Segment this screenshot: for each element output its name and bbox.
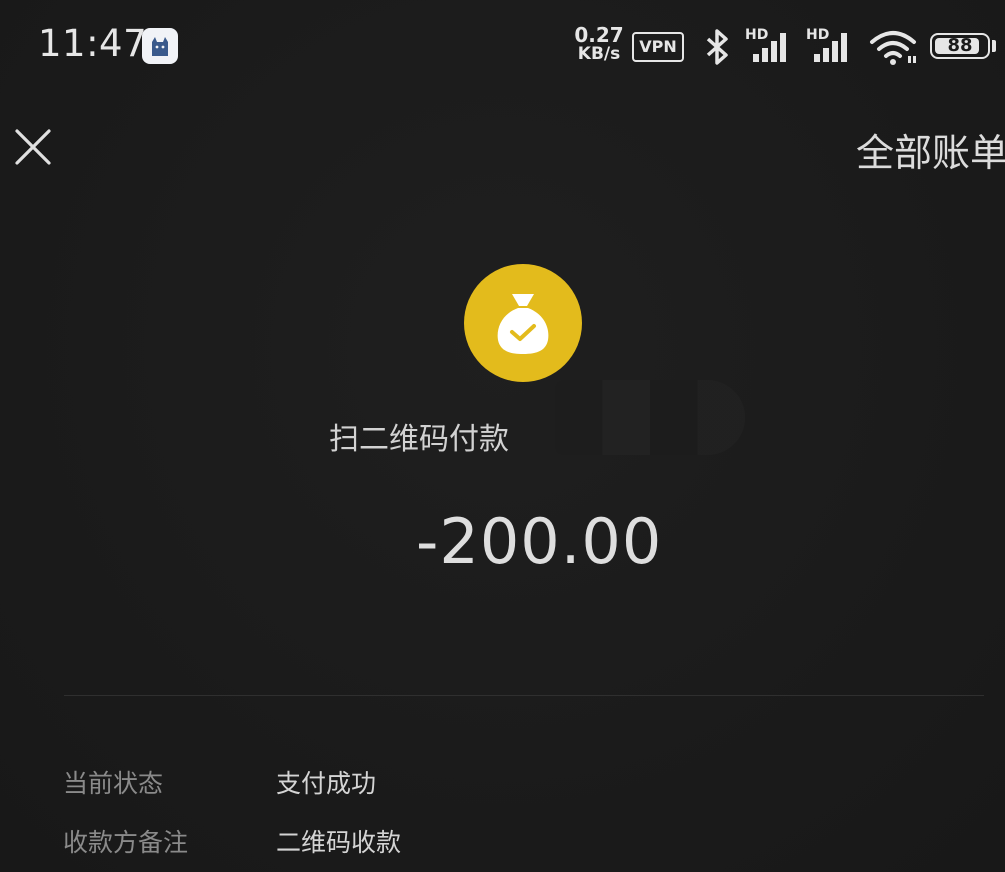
detail-value-payee-note: 二维码收款 bbox=[276, 828, 402, 857]
vpn-badge: VPN bbox=[632, 32, 684, 62]
detail-label-status: 当前状态 bbox=[63, 769, 164, 798]
close-icon bbox=[15, 129, 51, 165]
transaction-amount: -200.00 bbox=[416, 505, 663, 578]
network-speed-unit: KB/s bbox=[577, 44, 621, 64]
battery-level: 88 bbox=[947, 35, 973, 56]
detail-label-payee-note: 收款方备注 bbox=[63, 828, 189, 857]
cat-app-icon bbox=[142, 28, 178, 64]
bill-detail-screen: 11:47 0.27 KB/s VPN HD HD 88 全部账单 扫二维码付款… bbox=[0, 0, 1005, 872]
network-speed-value: 0.27 bbox=[574, 23, 624, 47]
close-button[interactable] bbox=[12, 126, 54, 168]
money-bag-check-icon bbox=[497, 294, 549, 354]
signal-icon: HD bbox=[745, 28, 797, 64]
merchant-name: 扫二维码付款 bbox=[329, 422, 509, 457]
wifi-icon bbox=[870, 31, 916, 65]
divider bbox=[64, 695, 984, 696]
detail-value-status: 支付成功 bbox=[276, 769, 377, 798]
battery-nub bbox=[992, 40, 996, 52]
merchant-logo bbox=[464, 264, 582, 382]
redacted-area bbox=[555, 380, 745, 455]
battery-icon: 88 bbox=[930, 33, 990, 59]
network-speed: 0.27 KB/s bbox=[574, 23, 624, 64]
bluetooth-icon bbox=[706, 29, 728, 65]
status-time: 11:47 bbox=[38, 22, 148, 65]
signal-icon: HD bbox=[806, 28, 858, 64]
all-bills-link[interactable]: 全部账单 bbox=[856, 122, 1005, 177]
